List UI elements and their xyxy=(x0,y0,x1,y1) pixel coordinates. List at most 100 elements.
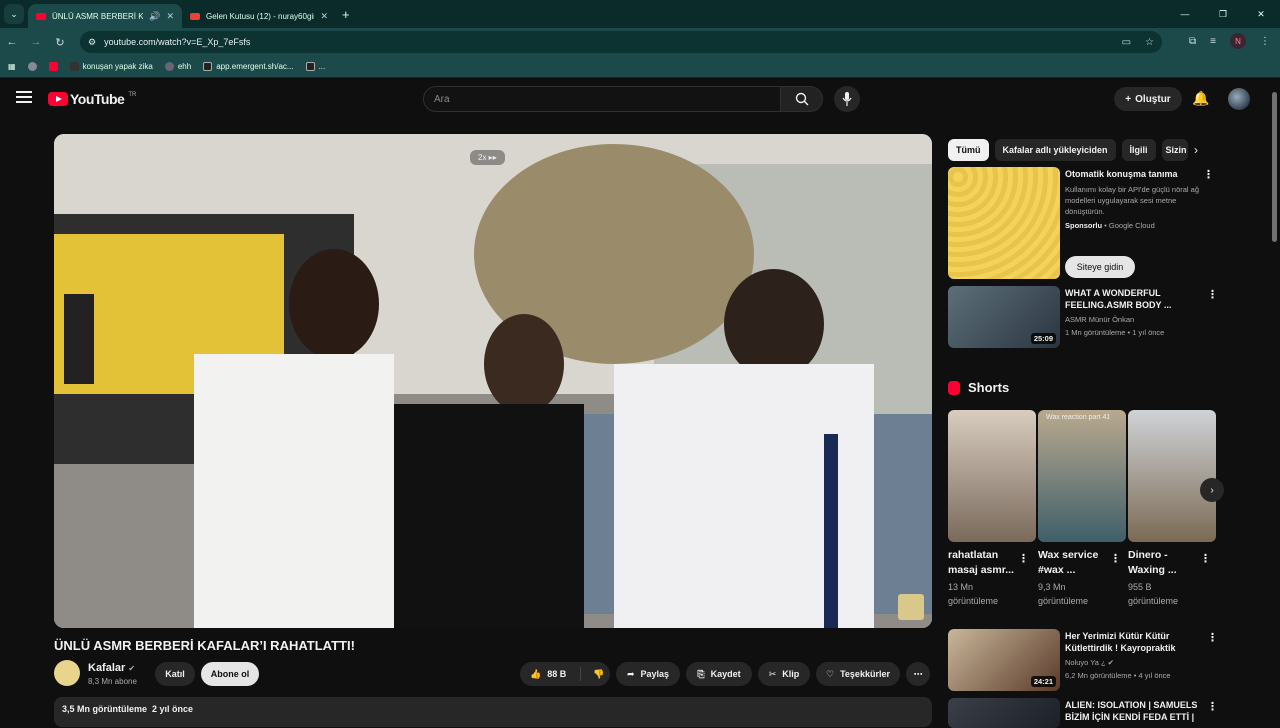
bookmark-1[interactable]: konuşan yapak zika xyxy=(69,62,153,71)
short-thumbnail[interactable] xyxy=(948,410,1036,542)
cast-icon[interactable]: ▭ xyxy=(1122,37,1131,48)
page-scrollbar[interactable] xyxy=(1272,92,1277,242)
dislike-button[interactable]: 👎 xyxy=(593,669,604,680)
search-button[interactable] xyxy=(781,86,823,112)
short-title[interactable]: Dinero - Waxing ... xyxy=(1128,548,1203,578)
notifications-bell-icon[interactable]: 🔔 xyxy=(1192,90,1209,107)
chevron-right-icon[interactable]: › xyxy=(1194,143,1198,157)
youtube-logo[interactable]: YouTube TR xyxy=(48,91,136,107)
chip-related[interactable]: İlgili xyxy=(1121,139,1156,161)
video-menu-icon[interactable]: ⋮ xyxy=(1207,631,1218,644)
shorts-next-button[interactable]: › xyxy=(1200,478,1224,502)
short-title[interactable]: rahatlatan masaj asmr... xyxy=(948,548,1023,578)
tab-title: Gelen Kutusu (12) - nuray60gini xyxy=(206,11,315,21)
bookmark-label: app.emergent.sh/ac... xyxy=(216,62,294,71)
media-icon[interactable]: ≡ xyxy=(1210,36,1216,47)
share-button[interactable]: ➦ Paylaş xyxy=(616,662,680,686)
description-box[interactable]: 3,5 Mn görüntüleme 2 yıl önce xyxy=(54,697,932,727)
create-label: Oluştur xyxy=(1135,93,1171,105)
bookmark-icon: ⎘ xyxy=(697,668,705,679)
maximize-icon[interactable]: ❐ xyxy=(1204,0,1242,28)
duration-badge: 24:21 xyxy=(1030,676,1056,687)
tab-youtube[interactable]: ÜNLÜ ASMR BERBERİ KAFALAR 🔊 ✕ xyxy=(28,4,182,28)
short-menu-icon[interactable]: ⋮ xyxy=(1110,552,1121,565)
minimize-icon[interactable]: — xyxy=(1166,0,1204,28)
short-thumbnail[interactable]: Wax reaction part 41 xyxy=(1038,410,1126,542)
thanks-button[interactable]: ♡ Teşekkürler xyxy=(816,662,900,686)
short-title[interactable]: Wax service #wax ... xyxy=(1038,548,1113,578)
channel-watermark-icon[interactable] xyxy=(898,594,924,620)
short-menu-icon[interactable]: ⋮ xyxy=(1200,552,1211,565)
like-dislike-group: 👍 88 B 👎 xyxy=(520,662,610,686)
channel-name[interactable]: Kafalar ✔ xyxy=(88,662,135,674)
video-thumbnail[interactable]: 24:21 xyxy=(948,629,1060,691)
bookmark-globe[interactable] xyxy=(27,62,37,71)
short-views-label: görüntüleme xyxy=(948,596,999,606)
extensions-icon[interactable]: ⧉ xyxy=(1189,36,1196,47)
youtube-header: YouTube TR Ara + Oluştur 🔔 xyxy=(0,80,1280,118)
search-input[interactable]: Ara xyxy=(423,86,781,112)
thumbs-up-icon: 👍 xyxy=(530,668,542,679)
short-menu-icon[interactable]: ⋮ xyxy=(1018,552,1029,565)
close-window-icon[interactable]: ✕ xyxy=(1242,0,1280,28)
video-thumbnail[interactable]: 25:09 xyxy=(948,286,1060,348)
related-video-title[interactable]: ALIEN: ISOLATION | SAMUELS BİZİM İÇİN KE… xyxy=(1065,699,1200,723)
visit-site-button[interactable]: Siteye gidin xyxy=(1065,256,1135,278)
bookmark-star-icon[interactable]: ☆ xyxy=(1145,37,1154,48)
bookmark-3[interactable]: app.emergent.sh/ac... xyxy=(203,62,294,71)
bookmark-4[interactable]: ... xyxy=(305,62,325,71)
account-avatar[interactable] xyxy=(1228,88,1250,110)
back-icon[interactable]: ← xyxy=(0,36,24,48)
menu-icon[interactable] xyxy=(16,91,32,103)
forward-icon[interactable]: → xyxy=(24,36,48,48)
bookmark-2[interactable]: ehh xyxy=(164,62,191,71)
related-video-channel[interactable]: ASMR Münür Önkan xyxy=(1065,313,1134,326)
tab-gmail[interactable]: Gelen Kutusu (12) - nuray60gini ✕ xyxy=(182,4,336,28)
short-views: 955 B görüntüleme xyxy=(1128,580,1178,608)
speaker-icon[interactable]: 🔊 xyxy=(149,11,160,22)
apps-grid-icon[interactable]: ▦ xyxy=(8,62,16,71)
tab-search-button[interactable]: ⌄ xyxy=(4,4,24,24)
video-frame xyxy=(54,134,932,628)
related-video-channel[interactable]: Noluyo Ya ¿ ✔ xyxy=(1065,656,1114,669)
ad-menu-icon[interactable]: ⋮ xyxy=(1203,168,1214,181)
video-thumbnail[interactable] xyxy=(948,698,1060,728)
divider xyxy=(580,667,582,681)
ad-title[interactable]: Otomatik konuşma tanıma xyxy=(1065,169,1178,179)
channel-avatar[interactable] xyxy=(54,660,80,686)
related-video-title[interactable]: Her Yerimizi Kütür Kütür Kütlettirdik ! … xyxy=(1065,630,1200,654)
chip-all[interactable]: Tümü xyxy=(948,139,989,161)
create-button[interactable]: + Oluştur xyxy=(1114,87,1182,111)
microphone-icon xyxy=(842,92,852,106)
new-tab-icon[interactable]: + xyxy=(342,7,350,22)
reload-icon[interactable]: ↻ xyxy=(48,36,72,49)
ad-thumbnail[interactable] xyxy=(948,167,1060,279)
chip-from-uploader[interactable]: Kafalar adlı yükleyiciden xyxy=(994,139,1116,161)
save-label: Kaydet xyxy=(710,669,741,679)
playback-speed-badge: 2x ▸▸ xyxy=(470,150,505,165)
video-player[interactable]: 2x ▸▸ xyxy=(54,134,932,628)
url-field[interactable]: ⚙ youtube.com/watch?v=E_Xp_7eFsfs ▭ ☆ xyxy=(80,31,1162,53)
video-menu-icon[interactable]: ⋮ xyxy=(1207,288,1218,301)
chip-for-you[interactable]: Sizin xyxy=(1161,139,1188,161)
bookmark-youtube[interactable] xyxy=(48,62,58,71)
share-label: Paylaş xyxy=(640,669,670,679)
search-icon xyxy=(795,92,808,106)
profile-avatar[interactable]: N xyxy=(1230,33,1246,49)
save-button[interactable]: ⎘ Kaydet xyxy=(686,662,752,686)
video-menu-icon[interactable]: ⋮ xyxy=(1207,700,1218,713)
voice-search-button[interactable] xyxy=(834,86,860,112)
join-button[interactable]: Katıl xyxy=(155,662,195,686)
bookmark-label: konuşan yapak zika xyxy=(82,62,153,71)
site-info-icon[interactable]: ⚙ xyxy=(88,37,96,48)
short-views-count: 955 B xyxy=(1128,582,1152,592)
browser-menu-icon[interactable]: ⋮ xyxy=(1260,36,1270,47)
more-actions-button[interactable]: ⋯ xyxy=(906,662,930,686)
clip-button[interactable]: ✂ Klip xyxy=(758,662,810,686)
like-button[interactable]: 👍 88 B xyxy=(530,669,566,680)
short-thumbnail[interactable] xyxy=(1128,410,1216,542)
close-tab-icon[interactable]: ✕ xyxy=(320,11,328,22)
related-video-title[interactable]: WHAT A WONDERFUL FEELING.ASMR BODY ... xyxy=(1065,287,1200,311)
close-tab-icon[interactable]: ✕ xyxy=(166,11,174,22)
subscribe-button[interactable]: Abone ol xyxy=(201,662,259,686)
